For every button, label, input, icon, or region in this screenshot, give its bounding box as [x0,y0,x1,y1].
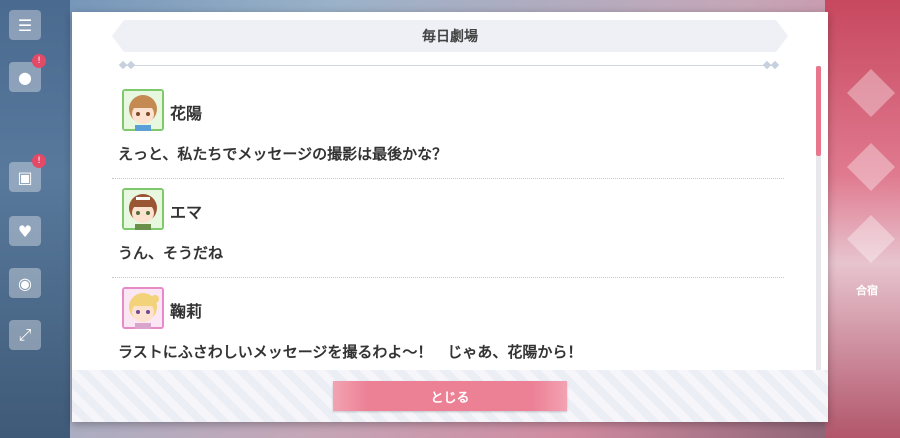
dialogue-entry: 鞠莉 ラストにふさわしいメッセージを撮るわよ～！ じゃあ、花陽から！ [112,278,784,377]
dialogue-list[interactable]: 花陽 えっと、私たちでメッセージの撮影は最後かな？ エマ うん、そうだね 鞠莉 … [112,80,784,380]
dialogue-scrollbar[interactable] [816,66,821,376]
dialogue-line: えっと、私たちでメッセージの撮影は最後かな？ [118,145,448,163]
dialogue-entry: 花陽 えっと、私たちでメッセージの撮影は最後かな？ [112,80,784,179]
close-button[interactable]: とじる [333,381,567,411]
dialog-title: 毎日劇場 [112,20,788,52]
dialogue-line: ラストにふさわしいメッセージを撮るわよ～！ じゃあ、花陽から！ [118,343,583,361]
menu-icon[interactable]: ☰ [9,10,41,40]
speaker-name: 花陽 [170,104,203,123]
speaker-name: エマ [170,203,203,222]
dialogue-line: うん、そうだね [118,244,224,262]
group-icon[interactable]: ◉ [9,268,41,298]
heart-icon[interactable]: ♥ [9,216,41,246]
notification-badge: ! [32,154,46,168]
training-camp-label[interactable]: 合宿 [856,282,878,298]
notification-badge: ! [32,54,46,68]
scrollbar-thumb[interactable] [816,66,821,156]
divider-diamond-icon [126,60,136,70]
fullscreen-icon[interactable]: ⤢ [9,320,41,350]
speaker-name: 鞠莉 [170,302,203,321]
title-divider [124,65,776,66]
hanayo-avatar-icon [122,89,164,131]
emma-avatar-icon [122,188,164,230]
divider-diamond-icon [770,60,780,70]
mari-avatar-icon [122,287,164,329]
background-right-panel [825,0,900,438]
dialogue-entry: エマ うん、そうだね [112,179,784,278]
daily-theater-dialog: 毎日劇場 花陽 えっと、私たちでメッセージの撮影は最後かな？ エマ うん、そうだ… [72,12,828,422]
